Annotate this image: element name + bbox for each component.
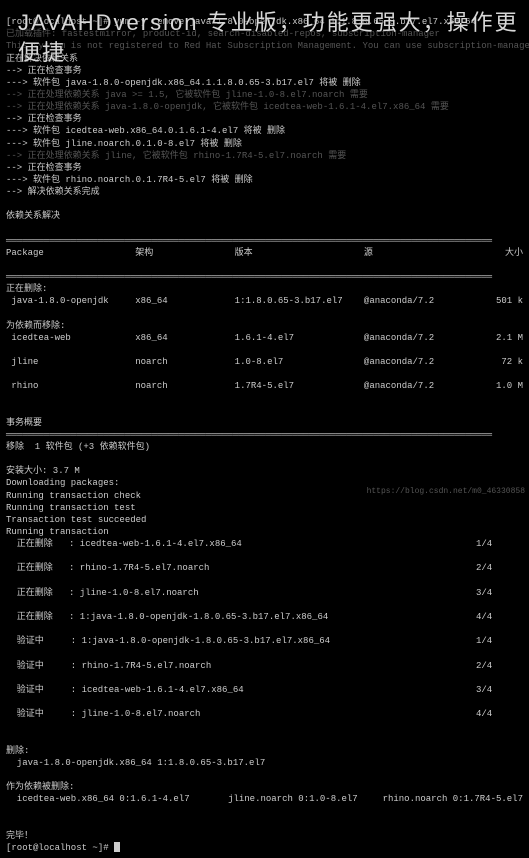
- table-row: java-1.8.0-openjdkx86_641:1.8.0.65-3.b17…: [6, 295, 523, 307]
- txn-line: --> 正在检查事务: [6, 114, 82, 124]
- progress-row: 验证中 : jline-1.0-8.el7.noarch4/4: [6, 708, 523, 720]
- removing-label: 正在删除:: [6, 284, 47, 294]
- txn-line: ---> 软件包 rhino.noarch.0.1.7R4-5.el7 将被 删…: [6, 175, 253, 185]
- table-row: jlinenoarch1.0-8.el7@anaconda/7.272 k: [6, 356, 523, 368]
- progress-row: 正在删除 : rhino-1.7R4-5.el7.noarch2/4: [6, 562, 523, 574]
- txn-line: ---> 软件包 jline.noarch.0.1.0-8.el7 将被 删除: [6, 139, 242, 149]
- divider: ════════════════════════════════════════…: [6, 430, 492, 440]
- txn-success: Transaction test succeeded: [6, 515, 146, 525]
- table-header: Package架构版本源大小: [6, 247, 523, 259]
- progress-row: 正在删除 : 1:java-1.8.0-openjdk-1.8.0.65-3.b…: [6, 611, 523, 623]
- watermark-title: JAVAHDversion 专业版，功能更强大，操作更便捷: [0, 8, 529, 67]
- dep-removing-label: 为依赖而移除:: [6, 321, 65, 331]
- terminal-output: [root@localhost ~]# yum -y remove java-1…: [0, 0, 529, 858]
- dep-resolved: 依赖关系解决: [6, 211, 60, 221]
- progress-row: 验证中 : icedtea-web-1.6.1-4.el7.x86_643/4: [6, 684, 523, 696]
- txn-line: --> 正在检查事务: [6, 163, 82, 173]
- progress-row: 验证中 : 1:java-1.8.0-openjdk-1.8.0.65-3.b1…: [6, 635, 523, 647]
- txn-line: --> 解决依赖关系完成: [6, 187, 100, 197]
- running-txn: Running transaction: [6, 527, 109, 537]
- dep-removed-row: icedtea-web.x86_64 0:1.6.1-4.el7jline.no…: [6, 793, 523, 805]
- downloading: Downloading packages:: [6, 478, 119, 488]
- dep-removed-label: 作为依赖被删除:: [6, 782, 74, 792]
- txn-check: Running transaction check: [6, 491, 141, 501]
- summary-label: 事务概要: [6, 418, 42, 428]
- txn-line: --> 正在处理依赖关系 java >= 1.5, 它被软件包 jline-1.…: [6, 90, 368, 100]
- table-row: rhinonoarch1.7R4-5.el7@anaconda/7.21.0 M: [6, 380, 523, 392]
- divider: ════════════════════════════════════════…: [6, 272, 492, 282]
- txn-line: --> 正在处理依赖关系 jline, 它被软件包 rhino-1.7R4-5.…: [6, 151, 346, 161]
- table-row: icedtea-webx86_641.6.1-4.el7@anaconda/7.…: [6, 332, 523, 344]
- txn-line: ---> 软件包 icedtea-web.x86_64.0.1.6.1-4.el…: [6, 126, 285, 136]
- done-label: 完毕！: [6, 831, 33, 841]
- divider: ════════════════════════════════════════…: [6, 236, 492, 246]
- progress-row: 验证中 : rhino-1.7R4-5.el7.noarch2/4: [6, 660, 523, 672]
- progress-row: 正在删除 : jline-1.0-8.el7.noarch3/4: [6, 587, 523, 599]
- cursor[interactable]: [114, 842, 120, 852]
- remove-count: 移除 1 软件包 (+3 依赖软件包): [6, 442, 150, 452]
- txn-line: ---> 软件包 java-1.8.0-openjdk.x86_64.1.1.8…: [6, 78, 361, 88]
- removed-label: 删除:: [6, 746, 29, 756]
- install-size: 安装大小: 3.7 M: [6, 466, 80, 476]
- progress-row: 正在删除 : icedtea-web-1.6.1-4.el7.x86_641/4: [6, 538, 523, 550]
- watermark-url: https://blog.csdn.net/m0_46330858: [367, 487, 525, 498]
- removed-pkg: java-1.8.0-openjdk.x86_64 1:1.8.0.65-3.b…: [6, 758, 265, 768]
- txn-test: Running transaction test: [6, 503, 136, 513]
- txn-line: --> 正在处理依赖关系 java-1.8.0-openjdk, 它被软件包 i…: [6, 102, 449, 112]
- prompt[interactable]: [root@localhost ~]#: [6, 843, 114, 853]
